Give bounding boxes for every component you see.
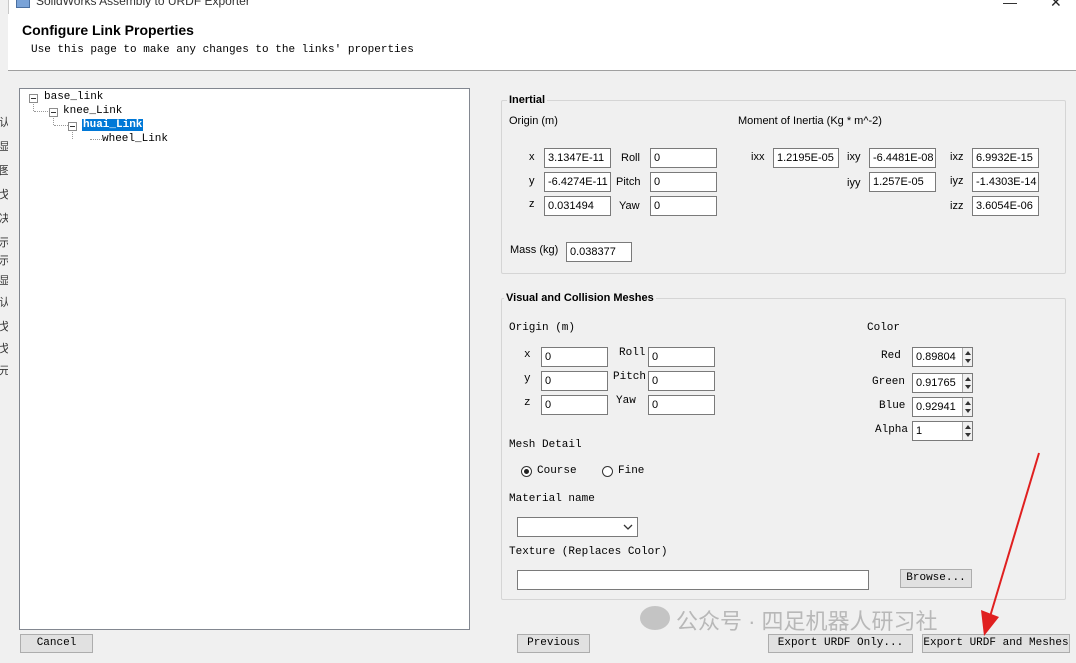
alpha-label: Alpha [875, 424, 909, 436]
blue-stepper[interactable]: 0.92941 [912, 397, 973, 417]
spinner-icon[interactable] [962, 398, 972, 416]
izz-label: izz [950, 200, 964, 212]
close-icon[interactable]: ✕ [1050, 0, 1062, 11]
course-radio[interactable] [521, 466, 532, 477]
color-label: Color [867, 322, 901, 334]
tree-node-huai-link[interactable]: huai_Link [82, 119, 144, 131]
mass-label: Mass (kg) [510, 244, 559, 256]
annotation-arrow-icon [981, 452, 1040, 636]
spinner-icon[interactable] [962, 374, 972, 392]
app-icon [16, 0, 30, 8]
ixx-label: ixx [751, 151, 765, 163]
blue-value: 0.92941 [916, 401, 956, 413]
visual-y-field[interactable]: 0 [541, 371, 608, 391]
green-value: 0.91765 [916, 377, 956, 389]
red-label: Red [881, 350, 901, 362]
visual-yaw-label: Yaw [616, 395, 636, 407]
blue-label: Blue [879, 400, 906, 412]
spinner-icon[interactable] [962, 422, 972, 440]
inertial-group-title: Inertial [507, 94, 548, 106]
inertial-y-field[interactable]: -6.4274E-11 [544, 172, 611, 192]
tree-line [90, 139, 102, 140]
ixx-field[interactable]: 1.2195E-05 [773, 148, 839, 168]
inertial-y-label: y [529, 175, 535, 187]
ixz-label: ixz [950, 151, 964, 163]
inertial-roll-field[interactable]: 0 [650, 148, 717, 168]
previous-button[interactable]: Previous [517, 634, 590, 653]
moment-of-inertia-label: Moment of Inertia (Kg * m^-2) [738, 115, 882, 127]
inertial-origin-label: Origin (m) [509, 115, 558, 127]
material-name-label: Material name [509, 493, 595, 505]
iyy-field[interactable]: 1.257E-05 [869, 172, 936, 192]
ixz-field[interactable]: 6.9932E-15 [972, 148, 1039, 168]
texture-field[interactable] [517, 570, 869, 590]
izz-field[interactable]: 3.6054E-06 [972, 196, 1039, 216]
visual-z-label: z [524, 397, 531, 409]
visual-z-field[interactable]: 0 [541, 395, 608, 415]
inertial-x-field[interactable]: 3.1347E-11 [544, 148, 611, 168]
tree-node-knee-link[interactable]: knee_Link [63, 105, 122, 117]
window-titlebar: SolidWorks Assembly to URDF Exporter — ✕ [0, 0, 1076, 14]
green-stepper[interactable]: 0.91765 [912, 373, 973, 393]
visual-pitch-field[interactable]: 0 [648, 371, 715, 391]
green-label: Green [872, 376, 906, 388]
inertial-pitch-field[interactable]: 0 [650, 172, 717, 192]
visual-roll-label: Roll [619, 347, 646, 359]
inertial-yaw-field[interactable]: 0 [650, 196, 717, 216]
inertial-yaw-label: Yaw [619, 200, 640, 212]
inertial-z-field[interactable]: 0.031494 [544, 196, 611, 216]
page-title: Configure Link Properties [22, 22, 194, 38]
visual-x-label: x [524, 349, 531, 361]
watermark-text: 公众号 · 四足机器人研习社 [676, 609, 938, 634]
iyz-label: iyz [950, 175, 964, 187]
visual-pitch-label: Pitch [613, 371, 647, 383]
visual-yaw-field[interactable]: 0 [648, 395, 715, 415]
export-urdf-only-button[interactable]: Export URDF Only... [768, 634, 913, 653]
alpha-stepper[interactable]: 1 [912, 421, 973, 441]
collapse-icon[interactable] [49, 108, 58, 117]
mesh-detail-label: Mesh Detail [509, 439, 582, 451]
course-label[interactable]: Course [537, 465, 577, 477]
mass-field[interactable]: 0.038377 [566, 242, 632, 262]
alpha-value: 1 [916, 425, 923, 437]
visual-group-title: Visual and Collision Meshes [504, 292, 656, 304]
visual-roll-field[interactable]: 0 [648, 347, 715, 367]
inertial-z-label: z [529, 198, 535, 210]
browse-button[interactable]: Browse... [900, 569, 972, 588]
minimize-icon[interactable]: — [1003, 0, 1017, 10]
visual-origin-label: Origin (m) [509, 322, 576, 334]
tree-line [34, 111, 50, 112]
tree-node-base-link[interactable]: base_link [44, 91, 103, 103]
page-subtitle: Use this page to make any changes to the… [31, 44, 414, 56]
visual-x-field[interactable]: 0 [541, 347, 608, 367]
collapse-icon[interactable] [68, 122, 77, 131]
visual-y-label: y [524, 373, 531, 385]
chevron-down-icon [623, 524, 633, 530]
inertial-pitch-label: Pitch [616, 176, 641, 188]
collapse-icon[interactable] [29, 94, 38, 103]
fine-label[interactable]: Fine [618, 465, 644, 477]
iyz-field[interactable]: -1.4303E-14 [972, 172, 1039, 192]
window-title: SolidWorks Assembly to URDF Exporter [36, 0, 250, 8]
inertial-x-label: x [529, 151, 535, 163]
cancel-button[interactable]: Cancel [20, 634, 93, 653]
link-tree[interactable]: base_link knee_Link huai_Link wheel_Link [19, 88, 470, 630]
texture-label: Texture (Replaces Color) [509, 546, 668, 558]
wechat-icon [640, 606, 670, 630]
fine-radio[interactable] [602, 466, 613, 477]
red-stepper[interactable]: 0.89804 [912, 347, 973, 367]
ixy-field[interactable]: -6.4481E-08 [869, 148, 936, 168]
iyy-label: iyy [847, 177, 861, 189]
red-value: 0.89804 [916, 351, 956, 363]
inertial-roll-label: Roll [621, 152, 640, 164]
tree-line [54, 125, 68, 126]
tree-node-wheel-link[interactable]: wheel_Link [102, 133, 168, 145]
material-select[interactable] [517, 517, 638, 537]
ixy-label: ixy [847, 151, 861, 163]
spinner-icon[interactable] [962, 348, 972, 366]
